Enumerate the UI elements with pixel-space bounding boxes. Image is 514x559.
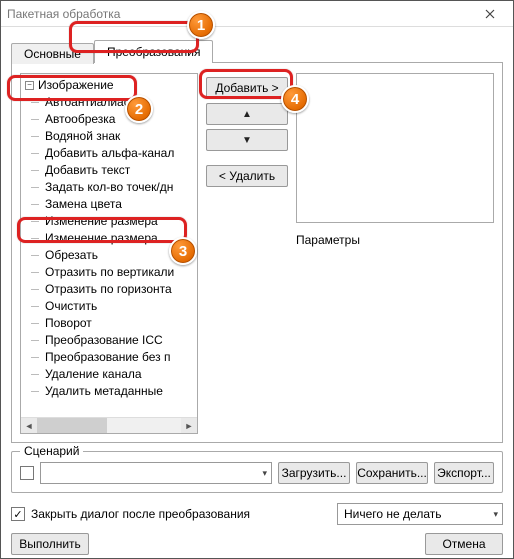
tree-item[interactable]: Преобразование без п <box>43 349 197 366</box>
close-icon <box>485 9 495 19</box>
tab-main[interactable]: Основные <box>11 43 94 64</box>
run-button[interactable]: Выполнить <box>11 533 89 555</box>
chevron-down-icon: ▾ <box>262 468 267 479</box>
transformations-panel: − Изображение АвтоантиалиасАвтообрезкаВо… <box>11 63 503 443</box>
add-button[interactable]: Добавить > <box>206 77 288 99</box>
close-after-checkbox[interactable]: ✓ <box>11 507 25 521</box>
selected-operations-list[interactable] <box>296 73 494 223</box>
tree-item[interactable]: Отразить по горизонта <box>43 281 197 298</box>
scenario-combo[interactable]: ▾ <box>40 462 272 484</box>
window-title: Пакетная обработка <box>7 7 473 21</box>
horizontal-scrollbar[interactable]: ◄ ► <box>21 417 197 433</box>
tab-bar: Основные Преобразования <box>11 35 503 63</box>
scenario-group: Сценарий ▾ Загрузить... Сохранить... Экс… <box>11 451 503 493</box>
tree-root-image[interactable]: − Изображение <box>25 78 197 92</box>
move-up-button[interactable]: ▲ <box>206 103 288 125</box>
operations-tree[interactable]: − Изображение АвтоантиалиасАвтообрезкаВо… <box>20 73 198 434</box>
tree-item[interactable]: Автоантиалиас <box>43 94 197 111</box>
scenario-checkbox[interactable] <box>20 466 34 480</box>
tree-item[interactable]: Очистить <box>43 298 197 315</box>
tree-item[interactable]: Изменение размера <box>43 230 197 247</box>
selected-operations-area: Параметры <box>296 73 494 434</box>
load-button[interactable]: Загрузить... <box>278 462 350 484</box>
delete-button[interactable]: < Удалить <box>206 165 288 187</box>
tree-item[interactable]: Задать кол-во точек/дн <box>43 179 197 196</box>
dialog-buttons: Выполнить Отмена <box>11 533 503 555</box>
save-button[interactable]: Сохранить... <box>356 462 428 484</box>
tree-item[interactable]: Поворот <box>43 315 197 332</box>
close-after-label: Закрыть диалог после преобразования <box>31 507 250 521</box>
tree-item[interactable]: Автообрезка <box>43 111 197 128</box>
scrollbar-thumb[interactable] <box>37 418 107 433</box>
tree-item[interactable]: Удаление канала <box>43 366 197 383</box>
close-after-row: ✓ Закрыть диалог после преобразования Ни… <box>11 503 503 525</box>
tree-item[interactable]: Изменение размера <box>43 213 197 230</box>
triangle-up-icon: ▲ <box>242 109 252 120</box>
tab-transformations[interactable]: Преобразования <box>94 40 214 63</box>
after-action-combo[interactable]: Ничего не делать ▾ <box>337 503 503 525</box>
move-down-button[interactable]: ▼ <box>206 129 288 151</box>
tree-item[interactable]: Преобразование ICC <box>43 332 197 349</box>
tree-item[interactable]: Замена цвета <box>43 196 197 213</box>
scenario-legend: Сценарий <box>20 444 83 458</box>
scroll-right-icon[interactable]: ► <box>181 418 197 433</box>
tree-item[interactable]: Удалить метаданные <box>43 383 197 400</box>
titlebar: Пакетная обработка <box>1 1 513 27</box>
tree-item[interactable]: Добавить текст <box>43 162 197 179</box>
batch-processing-dialog: Пакетная обработка Основные Преобразован… <box>0 0 514 559</box>
parameters-group: Параметры <box>296 233 494 434</box>
after-action-value: Ничего не делать <box>344 507 442 521</box>
export-button[interactable]: Экспорт... <box>434 462 494 484</box>
cancel-button[interactable]: Отмена <box>425 533 503 555</box>
chevron-down-icon: ▾ <box>493 509 498 520</box>
transfer-buttons: Добавить > ▲ ▼ < Удалить <box>206 73 288 434</box>
tree-item[interactable]: Обрезать <box>43 247 197 264</box>
collapse-icon[interactable]: − <box>25 81 34 90</box>
tree-item[interactable]: Отразить по вертикали <box>43 264 197 281</box>
tree-item[interactable]: Водяной знак <box>43 128 197 145</box>
close-button[interactable] <box>473 4 507 24</box>
tree-root-label: Изображение <box>38 78 114 92</box>
tree-item[interactable]: Добавить альфа-канал <box>43 145 197 162</box>
triangle-down-icon: ▼ <box>242 135 252 146</box>
parameters-label: Параметры <box>296 233 494 247</box>
scroll-left-icon[interactable]: ◄ <box>21 418 37 433</box>
